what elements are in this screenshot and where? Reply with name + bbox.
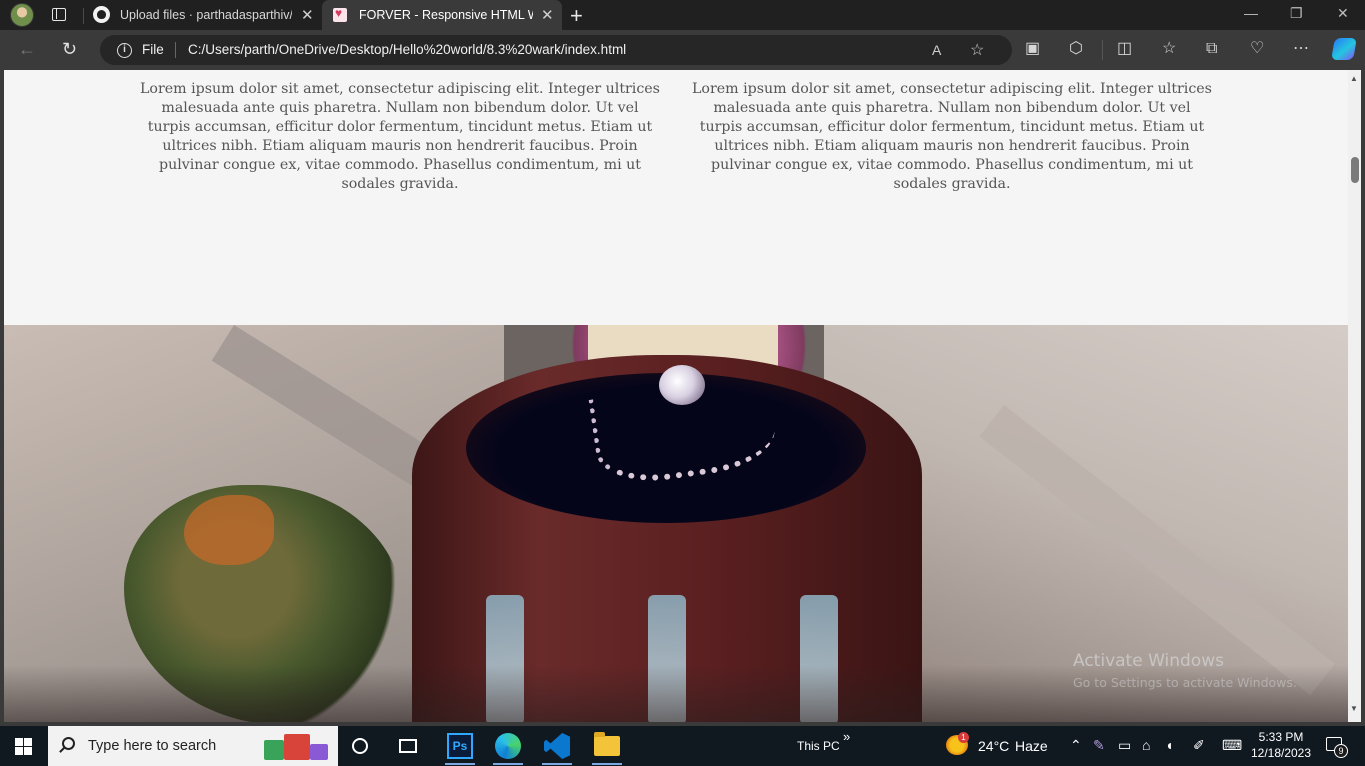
notification-center-icon[interactable]: 9 (1326, 737, 1348, 758)
app-running-indicator (445, 763, 475, 765)
reading-icon[interactable]: ▣ (1025, 40, 1040, 58)
clock-time: 5:33 PM (1258, 730, 1304, 744)
refresh-icon[interactable]: ↻ (62, 39, 77, 60)
heart-icon (333, 6, 347, 22)
cortana-icon[interactable] (352, 738, 368, 754)
network-icon[interactable]: ⌂ (1142, 737, 1150, 753)
app-running-indicator (592, 763, 622, 765)
performance-icon[interactable]: ♡ (1250, 40, 1264, 58)
web-page: Lorem ipsum dolor sit amet, consectetur … (4, 70, 1348, 722)
keyboard-icon[interactable]: ⌨ (1222, 737, 1242, 754)
address-bar[interactable]: i File C:/Users/parth/OneDrive/Desktop/H… (100, 35, 1012, 65)
favorites-icon[interactable]: ☆ (1162, 40, 1176, 58)
windows-taskbar: Type here to search Ps This PC » 1 24°C … (0, 722, 1365, 766)
file-scheme-label: File (142, 42, 164, 57)
collections-icon[interactable]: ⧉ (1206, 40, 1217, 58)
copilot-icon[interactable] (1331, 38, 1357, 60)
browser-toolbar: ← ↻ i File C:/Users/parth/OneDrive/Deskt… (0, 30, 1365, 70)
taskbar-search-box[interactable]: Type here to search (48, 726, 338, 766)
battery-icon[interactable]: ▭ (1118, 737, 1131, 754)
tab-close-icon[interactable]: ✕ (301, 6, 314, 24)
toolbar-divider (1102, 40, 1103, 60)
tab-title: Upload files · parthadasparthiv/8.3-wark (120, 8, 292, 22)
toolbar-chevron-icon[interactable]: » (843, 729, 850, 744)
search-placeholder: Type here to search (88, 738, 217, 754)
vscode-icon[interactable] (544, 733, 570, 759)
task-view-icon[interactable] (399, 739, 417, 753)
minimize-button[interactable]: — (1244, 5, 1258, 21)
watermark-title: Activate Windows (1073, 651, 1224, 671)
clock-date: 12/18/2023 (1250, 746, 1312, 760)
app-running-indicator (493, 763, 523, 765)
profile-avatar[interactable] (10, 3, 34, 27)
photoshop-icon[interactable]: Ps (447, 733, 473, 759)
tab-forver-active[interactable]: FORVER - Responsive HTML Wedding Templat… (322, 0, 562, 30)
lorem-column-right: Lorem ipsum dolor sit amet, consectetur … (692, 81, 1212, 192)
search-icon (62, 737, 75, 750)
tab-actions-icon[interactable] (50, 6, 70, 24)
read-aloud-icon[interactable]: A (932, 42, 941, 58)
system-clock[interactable]: 5:33 PM 12/18/2023 (1250, 729, 1312, 761)
address-divider (175, 42, 176, 58)
edge-icon[interactable] (495, 733, 521, 759)
activate-windows-watermark: Activate Windows Go to Settings to activ… (1073, 651, 1297, 690)
scrollbar-thumb[interactable] (1351, 157, 1359, 183)
volume-icon[interactable]: ◖ (1165, 737, 1173, 753)
github-icon (93, 6, 110, 23)
gift-boxes-icon (264, 732, 330, 760)
scroll-up-arrow-icon[interactable]: ▲ (1350, 74, 1358, 83)
watermark-subtitle: Go to Settings to activate Windows. (1073, 675, 1297, 690)
restore-button[interactable]: ❐ (1290, 5, 1303, 22)
more-menu-icon[interactable]: ⋯ (1293, 40, 1309, 58)
info-icon[interactable]: i (117, 43, 132, 58)
close-window-button[interactable]: ✕ (1337, 5, 1349, 22)
tab-divider (83, 8, 84, 24)
split-screen-icon[interactable]: ◫ (1117, 40, 1132, 58)
app-running-indicator (542, 763, 572, 765)
lorem-column-left: Lorem ipsum dolor sit amet, consectetur … (140, 81, 660, 192)
weather-condition[interactable]: Haze (1015, 738, 1048, 754)
weather-icon[interactable]: 1 (946, 732, 969, 755)
pen-workspace-icon[interactable]: ✐ (1193, 737, 1205, 754)
pen-icon[interactable]: ✎ (1093, 737, 1105, 754)
weather-badge: 1 (958, 732, 969, 743)
vertical-scrollbar[interactable]: ▲ ▼ (1348, 70, 1361, 722)
tab-strip: Upload files · parthadasparthiv/8.3-wark… (0, 0, 1365, 30)
windows-start-icon[interactable] (15, 738, 33, 755)
url-text[interactable]: C:/Users/parth/OneDrive/Desktop/Hello%20… (188, 42, 626, 57)
extensions-icon[interactable]: ⬡ (1069, 40, 1083, 58)
file-explorer-icon[interactable] (594, 732, 620, 756)
weather-temperature[interactable]: 24°C (978, 738, 1009, 754)
new-tab-button[interactable]: + (570, 3, 583, 29)
notification-count: 9 (1334, 744, 1348, 758)
back-arrow-icon[interactable]: ← (18, 39, 36, 60)
window-border (1361, 70, 1365, 722)
tray-overflow-icon[interactable]: ⌃ (1070, 737, 1082, 754)
favorite-star-icon[interactable]: ☆ (970, 40, 984, 60)
tab-close-icon[interactable]: ✕ (541, 6, 554, 24)
tab-title: FORVER - Responsive HTML Wedding Templat… (359, 8, 533, 22)
this-pc-toolbar[interactable]: This PC (797, 739, 840, 753)
scroll-down-arrow-icon[interactable]: ▼ (1350, 704, 1358, 713)
tab-upload-files[interactable]: Upload files · parthadasparthiv/8.3-wark… (86, 0, 320, 30)
